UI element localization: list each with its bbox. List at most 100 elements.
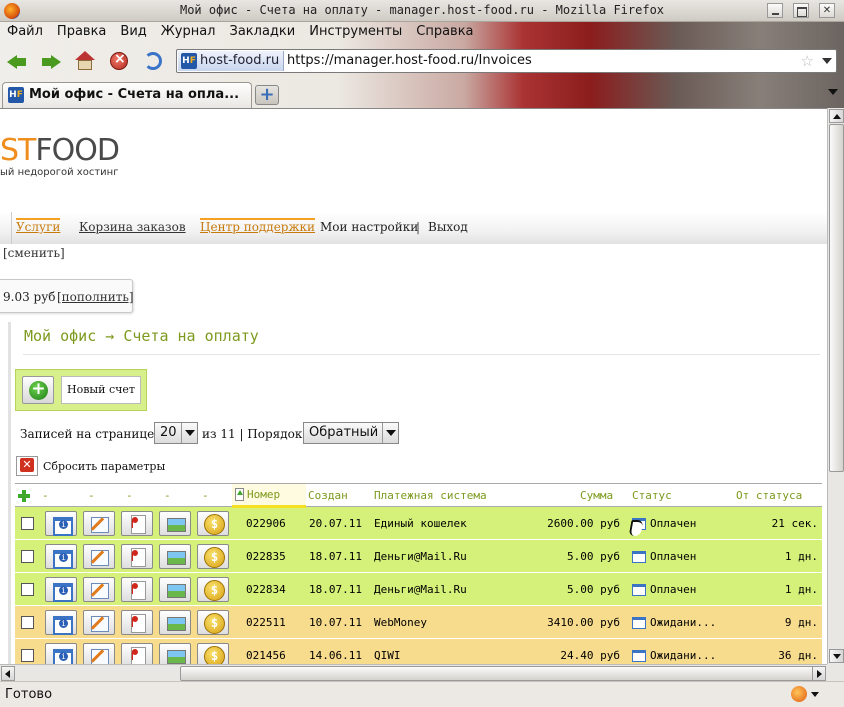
tab-list-dropdown-icon[interactable]	[828, 89, 838, 95]
row-checkbox[interactable]	[21, 648, 34, 662]
site-slogan: ый недорогой хостинг	[0, 167, 119, 178]
close-button[interactable]: ✕	[819, 3, 835, 18]
per-page-select[interactable]: 20	[154, 422, 198, 444]
row-checkbox[interactable]	[21, 582, 34, 596]
add-invoice-button[interactable]: +	[22, 376, 54, 404]
status-window-icon[interactable]	[632, 649, 646, 662]
table-row[interactable]: 02283518.07.11Деньги@Mail.Ru5.00 рубОпла…	[15, 539, 822, 573]
edit-invoice-icon[interactable]	[83, 543, 115, 569]
url-input[interactable]	[287, 50, 807, 72]
pdf-document-icon[interactable]	[121, 510, 153, 536]
edit-invoice-icon[interactable]	[83, 510, 115, 536]
url-history-dropdown-icon[interactable]	[822, 58, 832, 64]
status-window-icon[interactable]	[632, 583, 646, 596]
invoice-image-icon[interactable]	[159, 576, 191, 602]
menu-bookmarks[interactable]: Закладки	[223, 22, 303, 42]
pay-coin-icon[interactable]	[197, 642, 229, 664]
site-logo[interactable]: STFOOD	[0, 133, 120, 168]
column-header-status[interactable]: Статус	[626, 483, 730, 507]
reset-cross-icon[interactable]	[16, 456, 38, 476]
pdf-document-icon[interactable]	[121, 543, 153, 569]
pdf-document-icon[interactable]	[121, 576, 153, 602]
nav-services-link[interactable]: Услуги	[16, 218, 61, 234]
home-icon[interactable]	[72, 48, 98, 74]
nav-support-link[interactable]: Центр поддержки	[200, 218, 316, 234]
nav-settings-link[interactable]: Мои настройки	[320, 220, 418, 234]
add-column-header[interactable]	[15, 483, 42, 507]
pay-coin-icon[interactable]	[197, 510, 229, 536]
new-tab-button[interactable]: +	[255, 85, 279, 105]
view-invoice-info-icon[interactable]	[45, 642, 77, 664]
order-select[interactable]: Обратный	[303, 422, 399, 444]
scroll-right-arrow-icon[interactable]	[812, 666, 826, 681]
tab-invoices[interactable]: HF Мой офис - Счета на опла...	[2, 82, 252, 108]
menu-view[interactable]: Вид	[113, 22, 153, 42]
status-window-icon[interactable]	[632, 550, 646, 563]
forward-arrow-icon[interactable]	[38, 48, 64, 74]
minimize-button[interactable]	[767, 3, 783, 18]
nav-cart-link[interactable]: Корзина заказов	[79, 220, 186, 234]
back-arrow-icon[interactable]	[4, 48, 30, 74]
menu-history[interactable]: Журнал	[154, 22, 223, 42]
table-row[interactable]: 02283418.07.11Деньги@Mail.Ru5.00 рубОпла…	[15, 572, 822, 606]
address-bar[interactable]: HFhost-food.ru ☆	[176, 49, 837, 73]
invoice-image-icon[interactable]	[159, 642, 191, 664]
horizontal-scrollbar[interactable]	[0, 664, 827, 681]
row-checkbox[interactable]	[21, 615, 34, 629]
reset-filters-label[interactable]: Сбросить параметры	[43, 460, 165, 473]
new-invoice-button[interactable]: Новый счет	[61, 376, 141, 404]
menu-file[interactable]: Файл	[0, 22, 50, 42]
site-identity-button[interactable]: HF host-food.ru	[178, 51, 285, 71]
row-checkbox[interactable]	[21, 549, 34, 563]
bookmark-star-icon[interactable]: ☆	[801, 52, 814, 70]
add-plus-icon[interactable]	[18, 489, 30, 502]
column-header-amount[interactable]: Сумма	[526, 483, 626, 507]
edit-invoice-icon[interactable]	[83, 576, 115, 602]
vertical-scroll-thumb[interactable]	[829, 124, 844, 472]
table-row[interactable]: 02290620.07.11Единый кошелек2600.00 рубО…	[15, 506, 822, 540]
invoice-image-icon[interactable]	[159, 510, 191, 536]
view-invoice-info-icon[interactable]	[45, 609, 77, 635]
column-header-payment-system[interactable]: Платежная система	[374, 483, 526, 507]
column-header-number[interactable]: Номер	[232, 483, 306, 508]
nav-exit-link[interactable]: Выход	[428, 220, 468, 234]
menu-tools[interactable]: Инструменты	[302, 22, 409, 42]
edit-invoice-icon[interactable]	[83, 642, 115, 664]
sort-arrow-icon[interactable]	[235, 488, 244, 502]
reload-icon[interactable]	[140, 48, 166, 74]
status-window-icon[interactable]	[632, 616, 646, 629]
column-header-since-status[interactable]: От статуса	[730, 483, 822, 507]
change-account-link[interactable]: [сменить]	[3, 246, 65, 260]
scroll-down-arrow-icon[interactable]	[829, 649, 844, 663]
view-invoice-info-icon[interactable]	[45, 576, 77, 602]
table-row[interactable]: 02251110.07.11WebMoney3410.00 рубОжидани…	[15, 605, 822, 639]
table-row[interactable]: 02145614.06.11QIWI24.40 рубОжидани...36 …	[15, 638, 822, 664]
vertical-scrollbar[interactable]	[827, 108, 844, 664]
topup-link[interactable]: [пополнить]	[57, 290, 134, 304]
invoice-status: Оплачен	[626, 572, 730, 606]
pdf-document-icon[interactable]	[121, 642, 153, 664]
view-invoice-info-icon[interactable]	[45, 510, 77, 536]
addon-dropdown-icon[interactable]	[811, 692, 819, 697]
site-favicon-icon: HF	[181, 53, 197, 69]
menu-help[interactable]: Справка	[409, 22, 480, 42]
view-invoice-info-icon[interactable]	[45, 543, 77, 569]
pay-coin-icon[interactable]	[197, 576, 229, 602]
addon-fox-icon[interactable]	[791, 686, 807, 702]
column-header-created[interactable]: Создан	[306, 483, 374, 507]
scroll-up-arrow-icon[interactable]	[829, 109, 844, 123]
row-checkbox[interactable]	[21, 516, 34, 530]
pdf-document-icon[interactable]	[121, 609, 153, 635]
horizontal-scroll-thumb[interactable]	[180, 666, 820, 681]
page-title: Мой офис → Счета на оплату	[24, 327, 259, 345]
pay-coin-icon[interactable]	[197, 543, 229, 569]
pay-coin-icon[interactable]	[197, 609, 229, 635]
scroll-left-arrow-icon[interactable]	[1, 666, 15, 681]
maximize-button[interactable]	[793, 3, 809, 18]
menu-edit[interactable]: Правка	[50, 22, 113, 42]
stop-icon[interactable]	[106, 48, 132, 74]
invoice-image-icon[interactable]	[159, 609, 191, 635]
edit-invoice-icon[interactable]	[83, 609, 115, 635]
nav-tab-hidden[interactable]	[0, 212, 12, 244]
invoice-image-icon[interactable]	[159, 543, 191, 569]
